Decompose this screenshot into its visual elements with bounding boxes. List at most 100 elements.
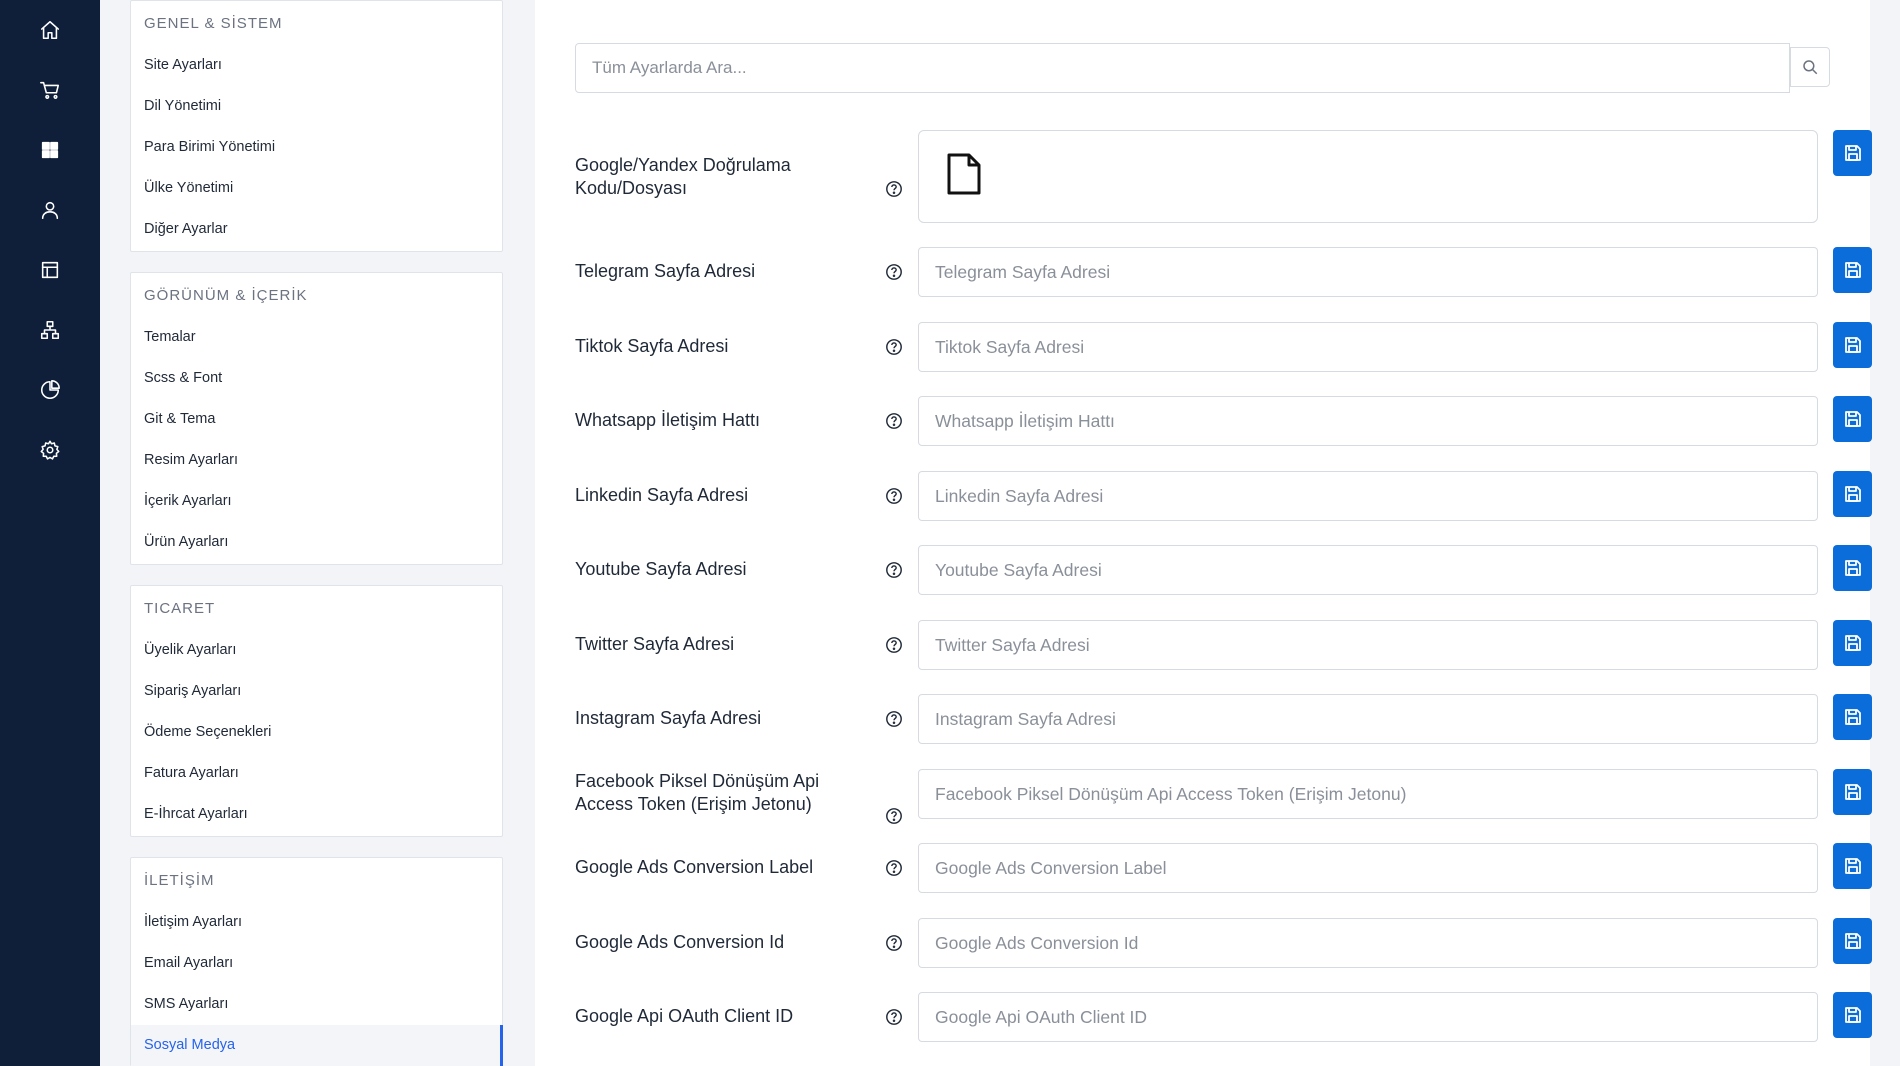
save-button[interactable] [1833,130,1872,176]
help-icon[interactable] [885,487,903,505]
menu-item-git-theme[interactable]: Git & Tema [131,399,502,440]
save-icon [1844,486,1861,502]
nav-structure-button[interactable] [22,308,78,352]
setting-input[interactable] [918,247,1818,297]
save-icon [1844,337,1861,353]
nav-dashboard-button[interactable] [22,128,78,172]
menu-group-communication: İLETİŞİM İletişim Ayarları Email Ayarlar… [130,857,503,1066]
pie-chart-icon [41,380,60,399]
save-button[interactable] [1833,918,1872,964]
help-icon[interactable] [885,710,903,728]
menu-item-site-settings[interactable]: Site Ayarları [131,45,502,86]
setting-input[interactable] [918,322,1818,372]
menu-item-scss-font[interactable]: Scss & Font [131,358,502,399]
menu-group-title: TICARET [144,600,216,617]
menu-item-themes[interactable]: Temalar [131,317,502,358]
layout-icon [41,261,59,279]
setting-input[interactable] [918,769,1818,819]
save-button[interactable] [1833,694,1872,740]
save-icon [1844,635,1861,651]
menu-item-payment[interactable]: Ödeme Seçenekleri [131,712,502,753]
menu-item-image-settings[interactable]: Resim Ayarları [131,440,502,481]
save-icon [1844,145,1861,161]
setting-label: Telegram Sayfa Adresi [575,261,756,281]
menu-item-currency[interactable]: Para Birimi Yönetimi [131,127,502,168]
settings-card: Google/Yandex Doğrulama Kodu/Dosyası Tel… [535,0,1872,1066]
grid-icon [41,141,59,159]
menu-item-invoice[interactable]: Fatura Ayarları [131,753,502,794]
menu-item-social-media[interactable]: Sosyal Medya [131,1025,503,1066]
help-icon[interactable] [885,263,903,281]
save-button[interactable] [1833,247,1872,293]
menu-item-export[interactable]: E-İhrcat Ayarları [131,794,502,835]
menu-item-email[interactable]: Email Ayarları [131,943,502,984]
menu-item-sms[interactable]: SMS Ayarları [131,984,502,1025]
menu-item-product-settings[interactable]: Ürün Ayarları [131,522,502,563]
save-button[interactable] [1833,843,1872,889]
setting-input[interactable] [918,620,1818,670]
help-icon[interactable] [885,1008,903,1026]
gear-icon [40,440,60,460]
menu-item-content-settings[interactable]: İçerik Ayarları [131,481,502,522]
nav-reports-button[interactable] [22,368,78,412]
help-icon[interactable] [885,180,903,198]
menu-item-contact[interactable]: İletişim Ayarları [131,902,502,943]
setting-input[interactable] [918,471,1818,521]
help-icon[interactable] [885,859,903,877]
nav-pages-button[interactable] [22,248,78,292]
save-icon [1844,709,1861,725]
setting-input[interactable] [918,545,1818,595]
search-icon [1803,60,1818,75]
save-button[interactable] [1833,620,1872,666]
settings-search-input[interactable] [575,43,1790,93]
settings-search [575,43,1830,93]
save-icon [1844,262,1861,278]
save-button[interactable] [1833,322,1872,368]
help-icon[interactable] [885,934,903,952]
setting-label: Linkedin Sayfa Adresi [575,485,749,505]
menu-group-general: GENEL & SİSTEM Site Ayarları Dil Yönetim… [130,0,503,252]
nav-users-button[interactable] [22,188,78,232]
file-icon [947,153,981,195]
help-icon[interactable] [885,412,903,430]
setting-input[interactable] [918,843,1818,893]
sitemap-icon [40,320,60,340]
setting-input[interactable] [918,694,1818,744]
help-icon[interactable] [885,338,903,356]
nav-orders-button[interactable] [22,68,78,112]
menu-item-orders[interactable]: Sipariş Ayarları [131,671,502,712]
setting-label: Facebook Piksel Dönüşüm Api Access Token… [575,771,820,814]
help-icon[interactable] [885,561,903,579]
menu-item-country[interactable]: Ülke Yönetimi [131,168,502,209]
menu-group-title: GENEL & SİSTEM [144,15,283,32]
menu-group-commerce: TICARET Üyelik Ayarları Sipariş Ayarları… [130,585,503,837]
nav-settings-button[interactable] [22,428,78,472]
setting-label: Youtube Sayfa Adresi [575,559,747,579]
save-button[interactable] [1833,471,1872,517]
setting-input[interactable] [918,396,1818,446]
home-icon [40,20,60,40]
setting-label: Google/Yandex Doğrulama Kodu/Dosyası [575,155,791,198]
menu-group-title: GÖRÜNÜM & İÇERİK [144,287,308,304]
setting-input[interactable] [918,992,1818,1042]
save-button[interactable] [1833,545,1872,591]
help-icon[interactable] [885,807,903,825]
menu-item-other[interactable]: Diğer Ayarlar [131,209,502,250]
setting-label: Whatsapp İletişim Hattı [575,410,761,430]
setting-label: Google Ads Conversion Label [575,857,814,877]
save-icon [1844,560,1861,576]
save-button[interactable] [1833,396,1872,442]
save-icon [1844,784,1861,800]
menu-item-language[interactable]: Dil Yönetimi [131,86,502,127]
menu-item-membership[interactable]: Üyelik Ayarları [131,630,502,671]
file-upload-dropzone[interactable] [918,130,1818,223]
save-button[interactable] [1833,769,1872,815]
cart-icon [40,81,60,99]
setting-label: Twitter Sayfa Adresi [575,634,735,654]
nav-home-button[interactable] [22,8,78,52]
help-icon[interactable] [885,636,903,654]
save-icon [1844,1007,1861,1023]
save-button[interactable] [1833,992,1872,1038]
search-button[interactable] [1790,47,1830,87]
setting-input[interactable] [918,918,1818,968]
